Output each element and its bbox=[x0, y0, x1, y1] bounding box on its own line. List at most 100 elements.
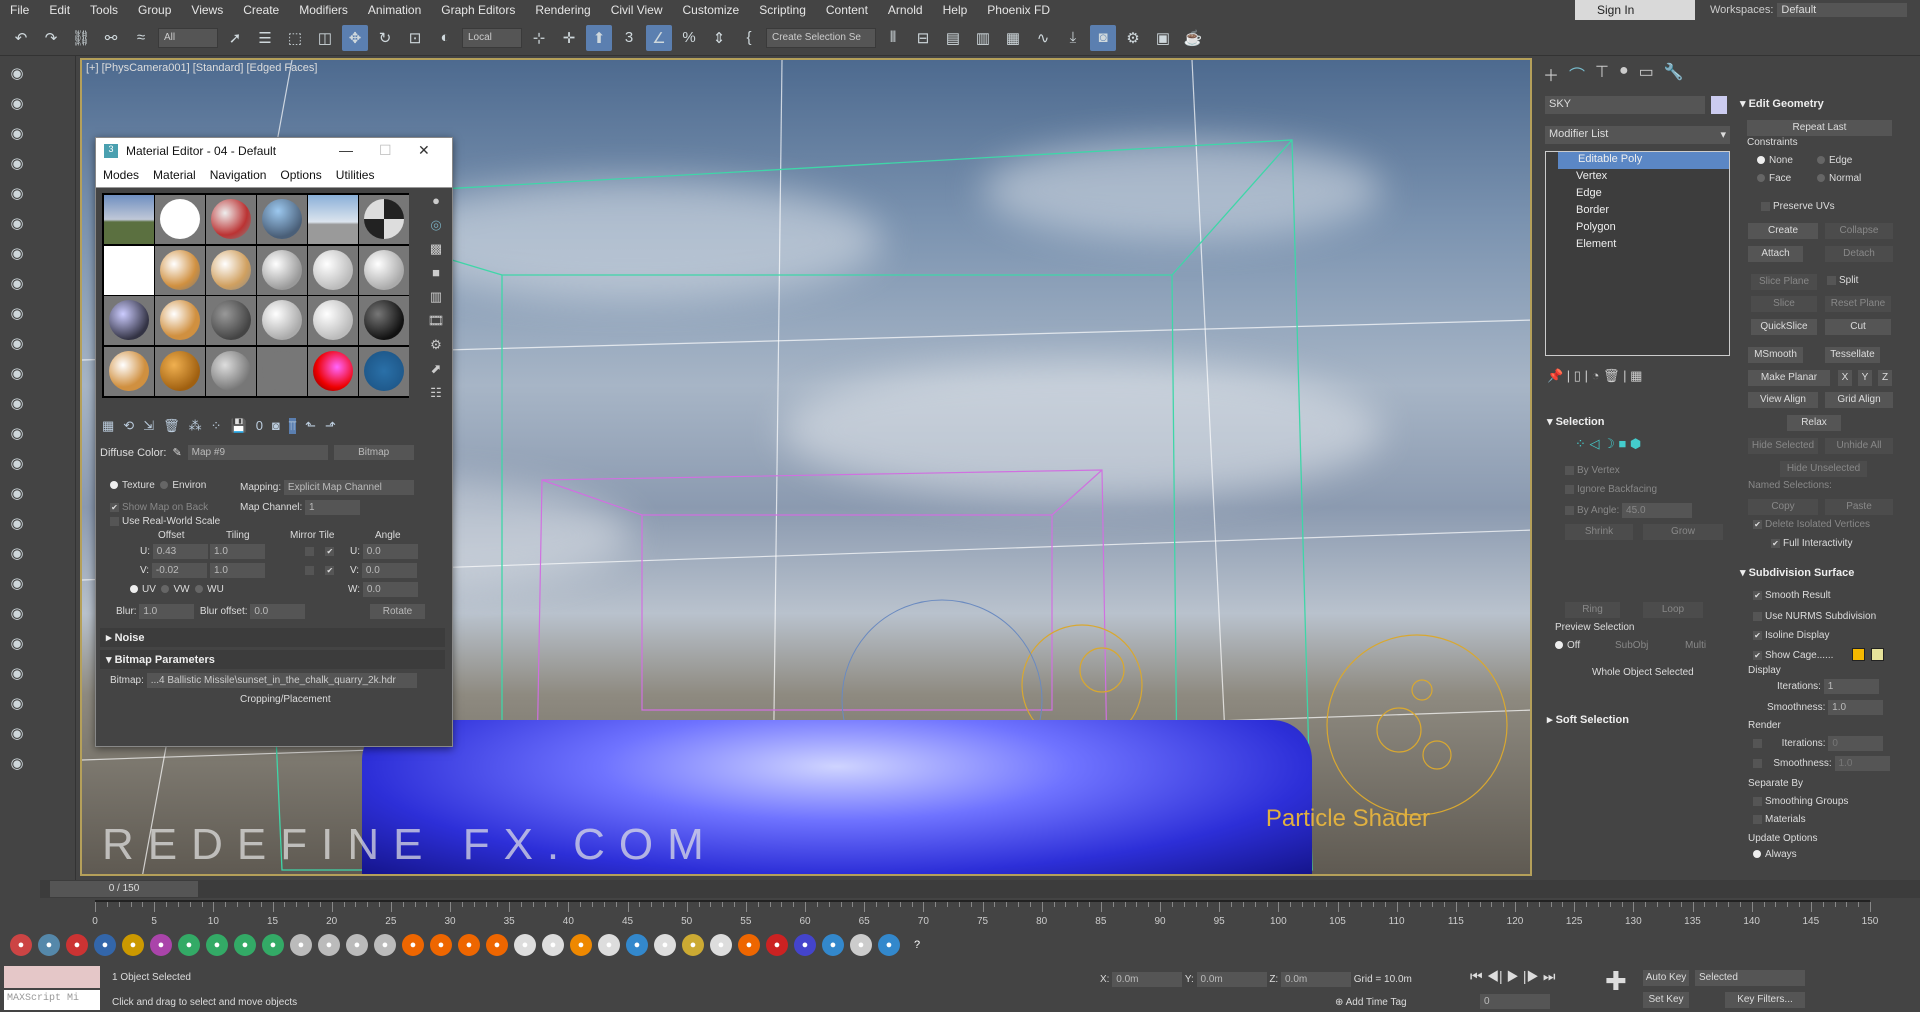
ignore-backfacing-checkbox[interactable]: Ignore Backfacing bbox=[1577, 484, 1657, 495]
key-filters-button[interactable]: Key Filters... bbox=[1725, 992, 1805, 1008]
put-to-library-icon[interactable]: 💾 bbox=[231, 418, 247, 434]
menu-tools[interactable]: Tools bbox=[80, 3, 128, 17]
globe-icon[interactable]: ◉ bbox=[4, 630, 30, 656]
create-icon[interactable]: ◉ bbox=[4, 60, 30, 86]
texture-radio[interactable] bbox=[110, 481, 118, 490]
snap-toggle-icon[interactable]: ⬆ bbox=[586, 24, 612, 51]
menu-modifiers[interactable]: Modifiers bbox=[289, 3, 358, 17]
plugin-tool-icon[interactable]: ● bbox=[318, 934, 340, 956]
hide-selected-button[interactable]: Hide Selected bbox=[1748, 438, 1818, 454]
cage-color-swatch[interactable] bbox=[1852, 648, 1865, 661]
paste-button[interactable]: Paste bbox=[1825, 499, 1893, 515]
flow-icon[interactable]: ◉ bbox=[4, 570, 30, 596]
shapes-icon[interactable]: ◉ bbox=[4, 90, 30, 116]
mirror-icon[interactable]: ⫴ bbox=[880, 25, 906, 51]
constraint-edge-radio[interactable] bbox=[1817, 156, 1825, 165]
stack-subobject-polygon[interactable]: Polygon bbox=[1546, 220, 1729, 237]
plugin-tool-icon[interactable]: ● bbox=[626, 934, 648, 956]
subdivision-rollout[interactable]: ▾ Subdivision Surface bbox=[1740, 566, 1854, 579]
soft-selection-rollout[interactable]: ▸ Soft Selection bbox=[1547, 713, 1629, 726]
object-color-swatch[interactable] bbox=[1711, 96, 1727, 114]
rect-selection-icon[interactable]: ⬚ bbox=[282, 25, 308, 51]
planar-y-button[interactable]: Y bbox=[1858, 370, 1872, 386]
bitmap-path-button[interactable]: ...4 Ballistic Missile\sunset_in_the_cha… bbox=[146, 673, 417, 688]
plugin-tool-icon[interactable]: ● bbox=[262, 934, 284, 956]
plugin-tool-icon[interactable]: ● bbox=[402, 934, 424, 956]
material-slot[interactable] bbox=[104, 346, 154, 396]
stack-subobject-border[interactable]: Border bbox=[1546, 203, 1729, 220]
next-frame-icon[interactable]: |▶ bbox=[1523, 968, 1539, 984]
plugin-tool-icon[interactable]: ● bbox=[290, 934, 312, 956]
preview-subobj-radio[interactable]: SubObj bbox=[1615, 640, 1648, 651]
maximize-icon[interactable]: ☐ bbox=[379, 142, 392, 159]
create-tab-icon[interactable]: ＋ bbox=[1543, 62, 1559, 86]
backlight-icon[interactable]: ◎ bbox=[426, 217, 446, 241]
link-icon[interactable]: ⛓ bbox=[68, 25, 94, 51]
unhide-all-button[interactable]: Unhide All bbox=[1825, 438, 1893, 454]
get-material-icon[interactable]: ▦ bbox=[102, 418, 114, 434]
curve-editor-icon[interactable]: ∿ bbox=[1030, 25, 1056, 51]
make-unique-icon[interactable]: ◔ bbox=[1592, 368, 1600, 383]
layers-icon[interactable]: ◉ bbox=[4, 150, 30, 176]
copy-material-icon[interactable]: ⁂ bbox=[189, 418, 202, 434]
set-key-button[interactable]: Set Key bbox=[1643, 992, 1689, 1008]
play-icon[interactable]: ▶ bbox=[1507, 968, 1520, 984]
plugin-tool-icon[interactable]: ● bbox=[374, 934, 396, 956]
display-smoothness-spinner[interactable]: 1.0 bbox=[1828, 700, 1884, 715]
previous-frame-icon[interactable]: ◀| bbox=[1487, 968, 1503, 984]
map-channel-spinner[interactable]: 1 bbox=[305, 500, 361, 515]
element-icon[interactable]: ⬢ bbox=[1630, 436, 1641, 451]
repeat-last-button[interactable]: Repeat Last bbox=[1747, 120, 1892, 136]
vw-radio[interactable] bbox=[161, 585, 170, 594]
plugin-tool-icon[interactable]: ● bbox=[514, 934, 536, 956]
material-slot[interactable] bbox=[206, 195, 256, 244]
material-slot[interactable] bbox=[104, 195, 154, 244]
time-slider[interactable]: 0 / 150 bbox=[50, 881, 198, 897]
plugin-tool-icon[interactable]: ● bbox=[766, 934, 788, 956]
add-time-tag[interactable]: ⊕ Add Time Tag bbox=[1335, 997, 1407, 1008]
sun-icon[interactable]: ◉ bbox=[4, 480, 30, 506]
slice-plane-button[interactable]: Slice Plane bbox=[1751, 274, 1817, 290]
key-mode-dropdown[interactable]: Selected bbox=[1695, 970, 1805, 986]
keyboard-shortcut-icon[interactable]: ✛ bbox=[556, 25, 582, 51]
percent-snap-icon[interactable]: % bbox=[676, 25, 702, 51]
scene-explorer-icon[interactable]: ▤ bbox=[940, 25, 966, 51]
systems-icon[interactable]: ◉ bbox=[4, 330, 30, 356]
preview-off-radio[interactable] bbox=[1555, 641, 1563, 650]
preview-multi-radio[interactable]: Multi bbox=[1685, 640, 1706, 651]
mated-menu-navigation[interactable]: Navigation bbox=[203, 168, 274, 182]
stack-subobject-element[interactable]: Element bbox=[1546, 237, 1729, 254]
render-setup-icon[interactable]: ⚙ bbox=[1120, 25, 1146, 51]
blur-spinner[interactable]: 1.0 bbox=[139, 604, 195, 619]
constraint-none-radio[interactable] bbox=[1757, 156, 1765, 165]
mapping-dropdown[interactable]: Explicit Map Channel bbox=[283, 480, 414, 495]
plugin-tool-icon[interactable]: ● bbox=[570, 934, 592, 956]
go-to-end-icon[interactable]: ⏭ bbox=[1543, 968, 1556, 984]
material-slot[interactable] bbox=[206, 296, 256, 345]
cameras-icon[interactable]: ◉ bbox=[4, 240, 30, 266]
material-slot[interactable] bbox=[308, 245, 358, 295]
remove-modifier-icon[interactable]: 🗑 bbox=[1603, 368, 1620, 383]
assign-material-icon[interactable]: ⇲ bbox=[143, 418, 154, 434]
maxscript-mini-listener[interactable]: MAXScript Mi bbox=[4, 990, 100, 1010]
edit-named-sets-icon[interactable]: { bbox=[736, 25, 762, 51]
uv-tiling-icon[interactable]: ■ bbox=[426, 265, 446, 289]
material-slot[interactable] bbox=[359, 195, 409, 244]
offset-u-spinner[interactable]: 0.43 bbox=[152, 544, 208, 559]
bitmap-parameters-rollout[interactable]: ▾ Bitmap Parameters bbox=[100, 650, 445, 669]
stack-subobject-edge[interactable]: Edge bbox=[1546, 186, 1729, 203]
tile-u-checkbox[interactable]: ✔ bbox=[325, 546, 335, 556]
render-iterations-checkbox[interactable] bbox=[1753, 738, 1762, 748]
x-coord-field[interactable]: 0.0m bbox=[1112, 972, 1183, 987]
loop-button[interactable]: Loop bbox=[1643, 602, 1703, 618]
hierarchy-tab-icon[interactable]: ⊤ bbox=[1595, 62, 1609, 86]
plugin-tool-icon[interactable]: ● bbox=[458, 934, 480, 956]
constraint-face-radio[interactable] bbox=[1757, 174, 1765, 183]
polygon-icon[interactable]: ■ bbox=[1618, 436, 1626, 451]
menu-scripting[interactable]: Scripting bbox=[749, 3, 816, 17]
plugin-tool-icon[interactable]: ● bbox=[710, 934, 732, 956]
slice-button[interactable]: Slice bbox=[1751, 296, 1817, 312]
mirror-v-checkbox[interactable] bbox=[305, 565, 314, 575]
sign-in-button[interactable]: Sign In bbox=[1575, 0, 1695, 20]
angle-v-spinner[interactable]: 0.0 bbox=[361, 563, 417, 578]
